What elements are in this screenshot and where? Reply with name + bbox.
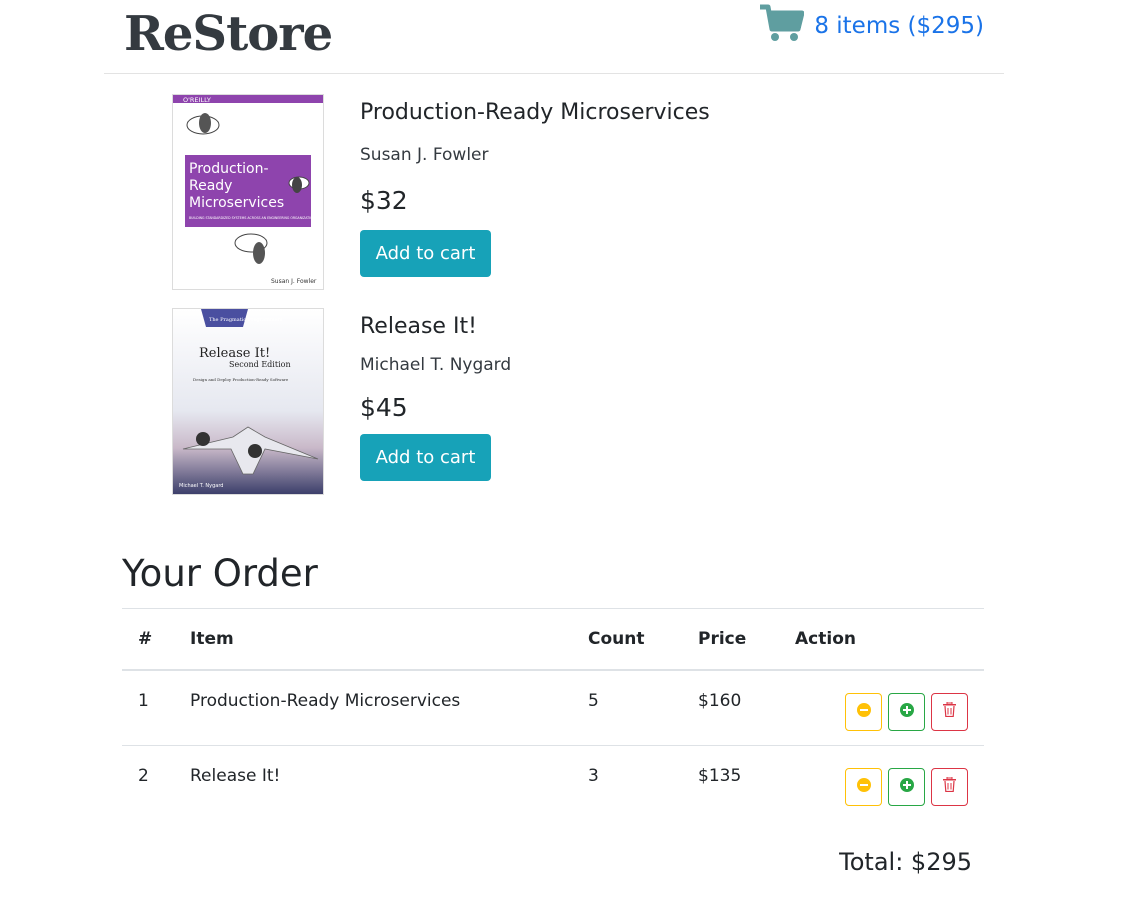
column-header-action: Action: [779, 608, 984, 671]
book-cover: The Pragmatic Programmers Release It! Se…: [172, 308, 324, 495]
row-count: 5: [572, 670, 682, 746]
product-author: Susan J. Fowler: [360, 145, 489, 165]
cover-title-line-2: Second Edition: [229, 360, 291, 369]
product-price: $32: [360, 186, 408, 215]
row-number: 2: [138, 765, 149, 786]
table-row: 2 Release It! 3 $135: [122, 745, 984, 820]
row-item: Release It!: [190, 765, 281, 786]
product-price: $45: [360, 393, 408, 422]
increment-button[interactable]: [888, 767, 925, 806]
trash-icon: [943, 776, 956, 797]
order-title: Your Order: [122, 552, 318, 595]
cart-icon: [760, 4, 805, 48]
cover-title-line-1: Release It!: [199, 346, 270, 361]
cover-author: Michael T. Nygard: [179, 483, 223, 489]
row-count: 3: [588, 765, 599, 786]
row-number: 1: [122, 670, 174, 746]
row-actions: [779, 745, 984, 820]
row-price: $160: [682, 670, 779, 746]
column-header-price: Price: [682, 608, 779, 671]
minus-circle-icon: [856, 702, 871, 722]
brand-logo[interactable]: ReStore: [124, 6, 333, 62]
cover-subtitle: BUILDING STANDARDIZED SYSTEMS ACROSS AN …: [189, 216, 316, 220]
order-table: # Item Count Price Action 1 Production-R…: [122, 608, 984, 820]
cover-publisher: O'REILLY: [183, 96, 211, 104]
column-header-item: Item: [174, 608, 572, 671]
cover-publisher: The Pragmatic Programmers: [209, 317, 283, 323]
row-actions: [779, 670, 984, 746]
cover-author: Susan J. Fowler: [271, 278, 317, 285]
cover-title-line-3: Design and Deploy Production-Ready Softw…: [193, 377, 289, 382]
cover-title-line-2: Ready: [189, 178, 232, 194]
add-to-cart-button[interactable]: Add to cart: [360, 230, 491, 277]
column-header-count: Count: [572, 608, 682, 671]
plus-circle-icon: [899, 702, 914, 722]
increment-button[interactable]: [888, 693, 925, 731]
product-card: O'REILLY Production- Ready Microservices…: [172, 94, 872, 291]
cart-summary: 8 items ($295): [814, 13, 984, 39]
book-cover: O'REILLY Production- Ready Microservices…: [172, 94, 324, 290]
table-header-row: # Item Count Price Action: [122, 608, 984, 671]
row-item: Production-Ready Microservices: [174, 670, 572, 746]
row-price: $135: [698, 765, 742, 786]
header: ReStore 8 items ($295): [104, 0, 1004, 74]
cart-link[interactable]: 8 items ($295): [760, 4, 984, 48]
add-to-cart-button[interactable]: Add to cart: [360, 434, 491, 481]
cover-title-line-1: Production-: [189, 161, 269, 177]
table-row: 1 Production-Ready Microservices 5 $160: [122, 670, 984, 746]
minus-circle-icon: [856, 777, 871, 797]
column-header-number: #: [122, 608, 174, 671]
plus-circle-icon: [899, 777, 914, 797]
order-total: Total: $295: [839, 848, 972, 876]
product-title: Release It!: [360, 314, 477, 339]
product-author: Michael T. Nygard: [360, 355, 512, 375]
product-card: The Pragmatic Programmers Release It! Se…: [172, 308, 872, 495]
decrement-button[interactable]: [845, 767, 882, 806]
cover-title-line-3: Microservices: [189, 195, 284, 211]
trash-icon: [943, 701, 956, 722]
delete-button[interactable]: [931, 767, 968, 806]
decrement-button[interactable]: [845, 693, 882, 731]
product-title: Production-Ready Microservices: [360, 100, 710, 125]
delete-button[interactable]: [931, 693, 968, 731]
